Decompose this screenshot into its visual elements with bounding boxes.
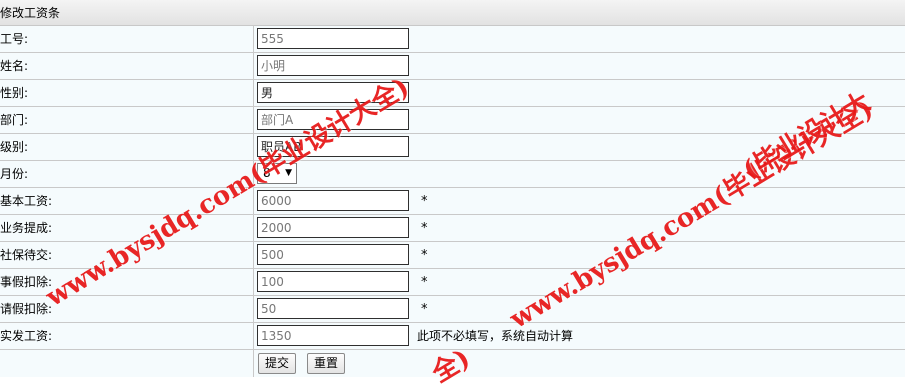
- form-row-commission: 业务提成: *: [0, 215, 905, 242]
- form-title: 修改工资条: [0, 0, 905, 26]
- required-marker: *: [421, 302, 428, 317]
- gender-input[interactable]: [257, 82, 409, 103]
- personal-leave-label: 事假扣除:: [0, 269, 254, 296]
- form-row-department: 部门:: [0, 107, 905, 134]
- net-salary-label: 实发工资:: [0, 323, 254, 350]
- form-row-gender: 性别:: [0, 80, 905, 107]
- leave-deduction-label: 请假扣除:: [0, 296, 254, 323]
- employee-id-label: 工号:: [0, 26, 254, 53]
- form-row-personal-leave: 事假扣除: *: [0, 269, 905, 296]
- form-row-month: 月份: 8 ▼: [0, 161, 905, 188]
- net-salary-input[interactable]: [257, 325, 409, 346]
- form-row-net-salary: 实发工资: 此项不必填写，系统自动计算: [0, 323, 905, 350]
- employee-id-input[interactable]: [257, 28, 409, 49]
- month-selected-value: 8: [263, 166, 271, 180]
- personal-leave-input[interactable]: [257, 271, 409, 292]
- required-marker: *: [421, 221, 428, 236]
- commission-label: 业务提成:: [0, 215, 254, 242]
- month-select[interactable]: 8 ▼: [257, 163, 297, 184]
- name-input[interactable]: [257, 55, 409, 76]
- month-label: 月份:: [0, 161, 254, 188]
- required-marker: *: [421, 275, 428, 290]
- base-salary-input[interactable]: [257, 190, 409, 211]
- chevron-down-icon: ▼: [285, 168, 292, 178]
- department-input[interactable]: [257, 109, 409, 130]
- leave-deduction-input[interactable]: [257, 298, 409, 319]
- form-row-employee-id: 工号:: [0, 26, 905, 53]
- form-row-name: 姓名:: [0, 53, 905, 80]
- required-marker: *: [421, 194, 428, 209]
- submit-button[interactable]: 提交: [258, 353, 297, 374]
- form-row-actions: 提交 重置: [0, 350, 905, 377]
- form-row-social-insurance: 社保待交: *: [0, 242, 905, 269]
- gender-label: 性别:: [0, 80, 254, 107]
- base-salary-label: 基本工资:: [0, 188, 254, 215]
- social-insurance-input[interactable]: [257, 244, 409, 265]
- form-row-base-salary: 基本工资: *: [0, 188, 905, 215]
- form-row-leave-deduction: 请假扣除: *: [0, 296, 905, 323]
- level-label: 级别:: [0, 134, 254, 161]
- auto-calc-hint: 此项不必填写，系统自动计算: [417, 329, 574, 343]
- name-label: 姓名:: [0, 53, 254, 80]
- level-input[interactable]: [257, 136, 409, 157]
- actions-label-cell: [0, 350, 254, 377]
- department-label: 部门:: [0, 107, 254, 134]
- commission-input[interactable]: [257, 217, 409, 238]
- social-insurance-label: 社保待交:: [0, 242, 254, 269]
- required-marker: *: [421, 248, 428, 263]
- form-row-level: 级别:: [0, 134, 905, 161]
- reset-button[interactable]: 重置: [307, 353, 346, 374]
